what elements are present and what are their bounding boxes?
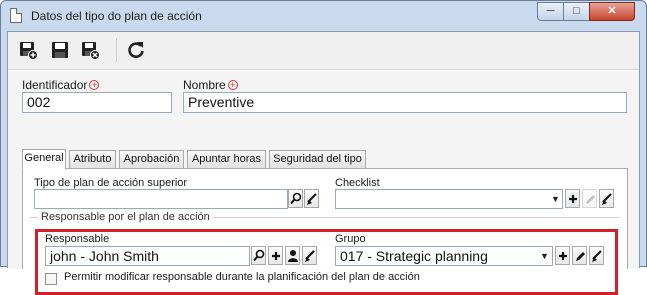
dialog-content: Identificador + 002 Nombre + Preventive Ge… [7, 31, 640, 295]
plus-icon [569, 195, 577, 203]
maximize-button[interactable]: □ [563, 2, 590, 21]
clear-grupo-button[interactable] [589, 246, 604, 265]
save-close-icon[interactable] [80, 40, 100, 60]
add-checklist-button[interactable] [565, 189, 580, 208]
tab-seguridad[interactable]: Seguridad del tipo [269, 150, 366, 169]
checklist-label: Checklist [335, 177, 380, 189]
required-icon: + [89, 80, 100, 90]
required-icon: + [227, 80, 238, 90]
eraser-icon [307, 193, 317, 205]
grupo-label: Grupo [335, 233, 366, 245]
document-icon [10, 8, 22, 23]
identificador-input[interactable]: 002 [22, 92, 172, 113]
add-grupo-button[interactable] [555, 246, 570, 265]
search-icon [253, 249, 265, 262]
search-icon [290, 192, 302, 205]
pencil-icon [576, 252, 585, 261]
tab-aprobacion[interactable]: Aprobación [119, 150, 184, 169]
tab-atributo[interactable]: Atributo [69, 150, 116, 169]
permitir-label: Permitir modificar responsable durante l… [64, 271, 420, 283]
save-new-icon[interactable] [18, 40, 38, 60]
eraser-icon [305, 250, 315, 262]
window-title: Datos del tipo do plan de acción [31, 9, 202, 23]
toolbar-separator [116, 38, 117, 62]
close-button[interactable]: ✕ [589, 2, 635, 21]
permitir-checkbox[interactable] [45, 273, 57, 285]
user-button[interactable] [285, 246, 300, 265]
nombre-input[interactable]: Preventive [183, 92, 627, 113]
clear-responsable-button[interactable] [302, 246, 317, 265]
title-bar[interactable]: Datos del tipo do plan de acción ─ □ ✕ [1, 1, 646, 31]
dialog-window: Datos del tipo do plan de acción ─ □ ✕ I… [0, 0, 647, 295]
chevron-down-icon: ▼ [540, 251, 549, 261]
save-icon[interactable] [50, 40, 70, 60]
responsable-label: Responsable [45, 233, 110, 245]
search-responsable-button[interactable] [251, 246, 266, 265]
grupo-select[interactable]: 017 - Strategic planning [335, 246, 553, 266]
clear-button[interactable] [304, 189, 319, 208]
pencil-icon [586, 195, 595, 204]
add-responsable-button[interactable] [268, 246, 283, 265]
refresh-icon[interactable] [126, 40, 146, 60]
plus-icon [559, 252, 567, 260]
search-button[interactable] [288, 189, 303, 208]
tipo-superior-input[interactable] [34, 189, 288, 209]
nombre-label: Nombre + [183, 78, 238, 92]
plus-icon [272, 252, 280, 260]
chevron-down-icon: ▼ [551, 194, 560, 204]
tipo-superior-label: Tipo de plan de acción superior [34, 177, 188, 189]
edit-grupo-button[interactable] [572, 246, 587, 265]
tab-apuntar-horas[interactable]: Apuntar horas [187, 150, 266, 169]
responsable-input[interactable]: john - John Smith [45, 246, 250, 266]
eraser-icon [592, 250, 602, 262]
user-icon [288, 250, 298, 262]
identificador-label: Identificador + [22, 78, 100, 92]
edit-checklist-button[interactable] [582, 189, 597, 208]
tab-general[interactable]: General [22, 149, 66, 170]
form-area: Identificador + 002 Nombre + Preventive Ge… [8, 71, 639, 295]
checklist-select[interactable] [335, 189, 563, 209]
responsable-group-legend: Responsable por el plan de acción [38, 211, 213, 223]
eraser-icon [602, 193, 612, 205]
clear-checklist-button[interactable] [599, 189, 614, 208]
minimize-button[interactable]: ─ [537, 2, 564, 21]
toolbar [8, 32, 639, 70]
